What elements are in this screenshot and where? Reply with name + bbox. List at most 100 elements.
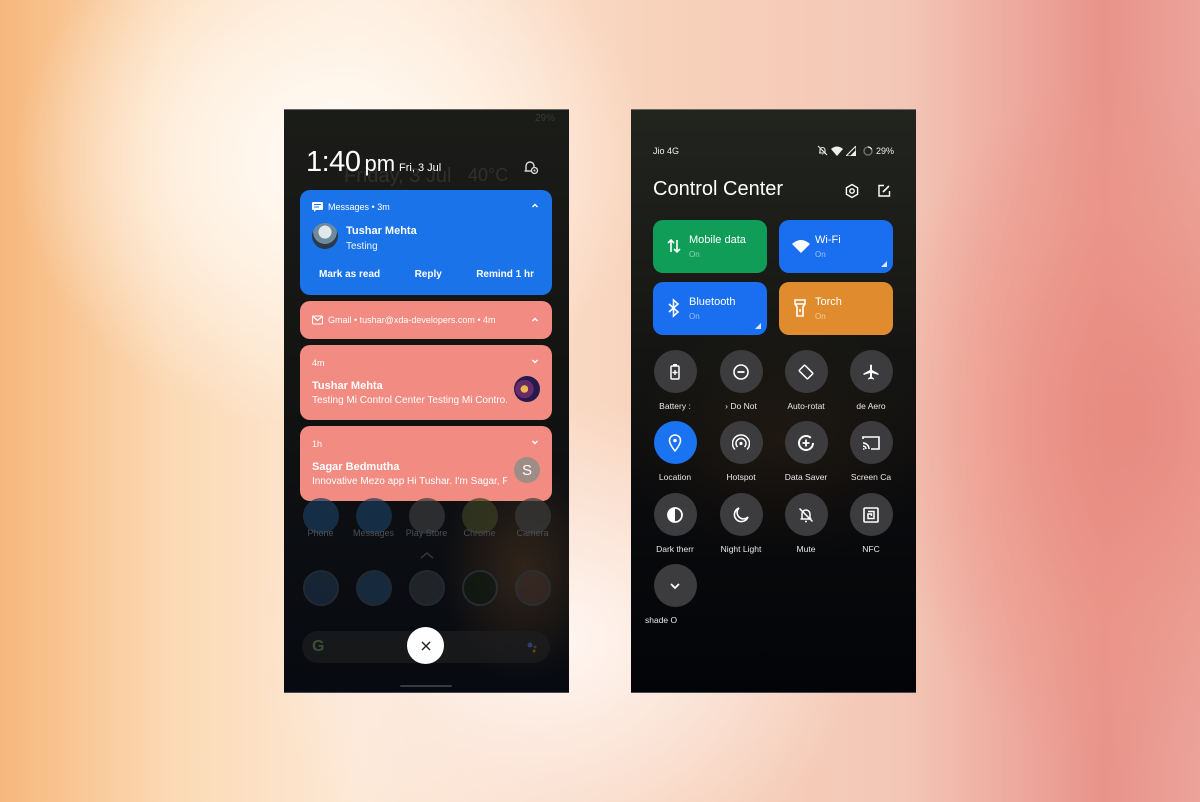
tile-button[interactable]	[849, 350, 893, 393]
tile-button[interactable]	[849, 493, 893, 536]
email-preview: Testing Mi Control Center Testing Mi Con…	[312, 395, 507, 406]
gmail-notification[interactable]: 4m Tushar Mehta Testing Mi Control Cente…	[300, 345, 552, 420]
bluetooth-icon	[668, 298, 680, 318]
messages-notification[interactable]: Messages • 3m Tushar Mehta Testing Mark …	[300, 190, 552, 295]
home-gesture-bar[interactable]	[400, 685, 452, 687]
notification-header: Messages • 3m	[312, 202, 390, 212]
tile-label: Location	[658, 472, 692, 482]
dock-label: Chrome	[463, 528, 496, 538]
airplane-mode-tile[interactable]: de Aero	[841, 350, 901, 411]
tile-button[interactable]	[719, 421, 763, 464]
edit-icon[interactable]	[876, 183, 892, 199]
expand-shade-tile[interactable]: shade O	[645, 564, 705, 625]
tile-button[interactable]	[653, 350, 697, 393]
mute-icon	[798, 507, 814, 522]
sender-name: Sagar Bedmutha	[312, 461, 400, 473]
hotspot-icon	[732, 433, 750, 450]
tile-more-indicator[interactable]	[755, 323, 761, 329]
tile-button[interactable]	[784, 421, 828, 464]
hotspot-tile[interactable]: Hotspot	[711, 421, 771, 482]
sender-name: Tushar Mehta	[312, 380, 383, 392]
tile-label: Screen Ca	[850, 472, 892, 482]
gmail-notification[interactable]: 1h Sagar Bedmutha Innovative Mezo app Hi…	[300, 426, 552, 501]
tile-name: Wi-Fi	[815, 234, 841, 246]
tile-more-indicator[interactable]	[881, 261, 887, 267]
tile-name: Mobile data	[689, 234, 746, 246]
tile-name: Torch	[815, 296, 842, 308]
bluetooth-tile[interactable]: Bluetooth On	[653, 282, 767, 335]
collapse-chevron-icon[interactable]	[530, 315, 540, 325]
tile-button[interactable]	[784, 350, 828, 393]
data-saver-tile[interactable]: Data Saver	[776, 421, 836, 482]
settings-icon[interactable]	[844, 183, 860, 199]
dock-label: Phone	[307, 528, 334, 538]
expand-chevron-icon[interactable]	[530, 356, 540, 366]
google-one-icon	[514, 570, 551, 606]
remind-button[interactable]: Remind 1 hr	[476, 269, 534, 280]
tile-state: On	[815, 250, 826, 259]
mute-tile[interactable]: Mute	[776, 493, 836, 554]
tile-label: Dark therr	[656, 544, 694, 554]
notification-age: 1h	[312, 439, 323, 449]
notification-header: Gmail • tushar@xda-developers.com • 4m	[312, 315, 496, 325]
location-icon	[668, 433, 682, 452]
notification-account: tushar@xda-developers.com	[359, 315, 475, 325]
notification-actions: Mark as read Reply Remind 1 hr	[319, 269, 534, 280]
night-light-tile[interactable]: Night Light	[711, 493, 771, 554]
tile-button[interactable]	[653, 564, 697, 607]
nfc-tile[interactable]: NFC	[841, 493, 901, 554]
messages-app-icon	[312, 202, 323, 212]
clock-ampm: pm	[364, 151, 396, 176]
do-not-disturb-tile[interactable]: › Do Not	[711, 350, 771, 411]
tile-state: On	[815, 312, 826, 321]
auto-rotate-tile[interactable]: Auto-rotat	[776, 350, 836, 411]
notification-settings-icon[interactable]	[522, 158, 540, 176]
reply-button[interactable]: Reply	[415, 269, 442, 280]
tile-button[interactable]	[784, 493, 828, 536]
clock-time: 1:40	[306, 146, 361, 178]
wifi-tile[interactable]: Wi-Fi On	[779, 220, 893, 273]
battery-ring-icon	[863, 145, 873, 156]
airplane-icon	[863, 364, 879, 379]
tile-button[interactable]	[719, 350, 763, 393]
lockscreen-weather-background: 40°C	[468, 165, 509, 185]
carrier-label: Jio 4G	[653, 145, 680, 156]
home-apps-row	[284, 570, 569, 606]
wifi-icon	[792, 240, 810, 253]
dismiss-all-button[interactable]	[407, 627, 444, 664]
twitter-icon	[355, 570, 392, 606]
location-tile[interactable]: Location	[645, 421, 705, 482]
dark-theme-tile[interactable]: Dark therr	[645, 493, 705, 554]
do-not-disturb-icon	[733, 363, 749, 380]
battery-saver-icon	[670, 363, 680, 380]
control-center-screen: Jio 4G 29% Control Center Mobile data On…	[631, 109, 916, 693]
app-drawer-chevron-icon	[420, 552, 434, 559]
screen-cast-tile[interactable]: Screen Ca	[841, 421, 901, 482]
battery-percent: 29%	[875, 145, 894, 156]
mobile-data-tile[interactable]: Mobile data On	[653, 220, 767, 273]
close-icon	[421, 641, 430, 650]
torch-icon	[794, 299, 806, 317]
tile-button[interactable]	[719, 493, 763, 536]
tile-button[interactable]	[653, 421, 697, 464]
gmail-app-icon	[312, 315, 323, 325]
tile-button[interactable]	[849, 421, 893, 464]
tile-label: NFC	[862, 544, 880, 554]
battery-saver-tile[interactable]: Battery :	[645, 350, 705, 411]
mark-as-read-button[interactable]: Mark as read	[319, 269, 380, 280]
status-bar: Jio 4G 29%	[653, 145, 894, 156]
expand-chevron-icon[interactable]	[530, 437, 540, 447]
google-logo: G	[312, 638, 325, 655]
sender-avatar: S	[514, 457, 540, 483]
notification-app-name: Gmail	[328, 315, 352, 325]
tile-label: Auto-rotat	[787, 401, 825, 411]
tile-button[interactable]	[653, 493, 697, 536]
tile-label: Data Saver	[784, 472, 828, 482]
torch-tile[interactable]: Torch On	[779, 282, 893, 335]
gmail-notification-group-header[interactable]: Gmail • tushar@xda-developers.com • 4m	[300, 301, 552, 339]
collapse-chevron-icon[interactable]	[530, 201, 540, 211]
clock-date: Fri, 3 Jul	[399, 162, 442, 174]
notification-age: 4m	[483, 315, 496, 325]
tile-label: shade O	[645, 615, 678, 625]
status-battery: 29%	[534, 113, 555, 124]
